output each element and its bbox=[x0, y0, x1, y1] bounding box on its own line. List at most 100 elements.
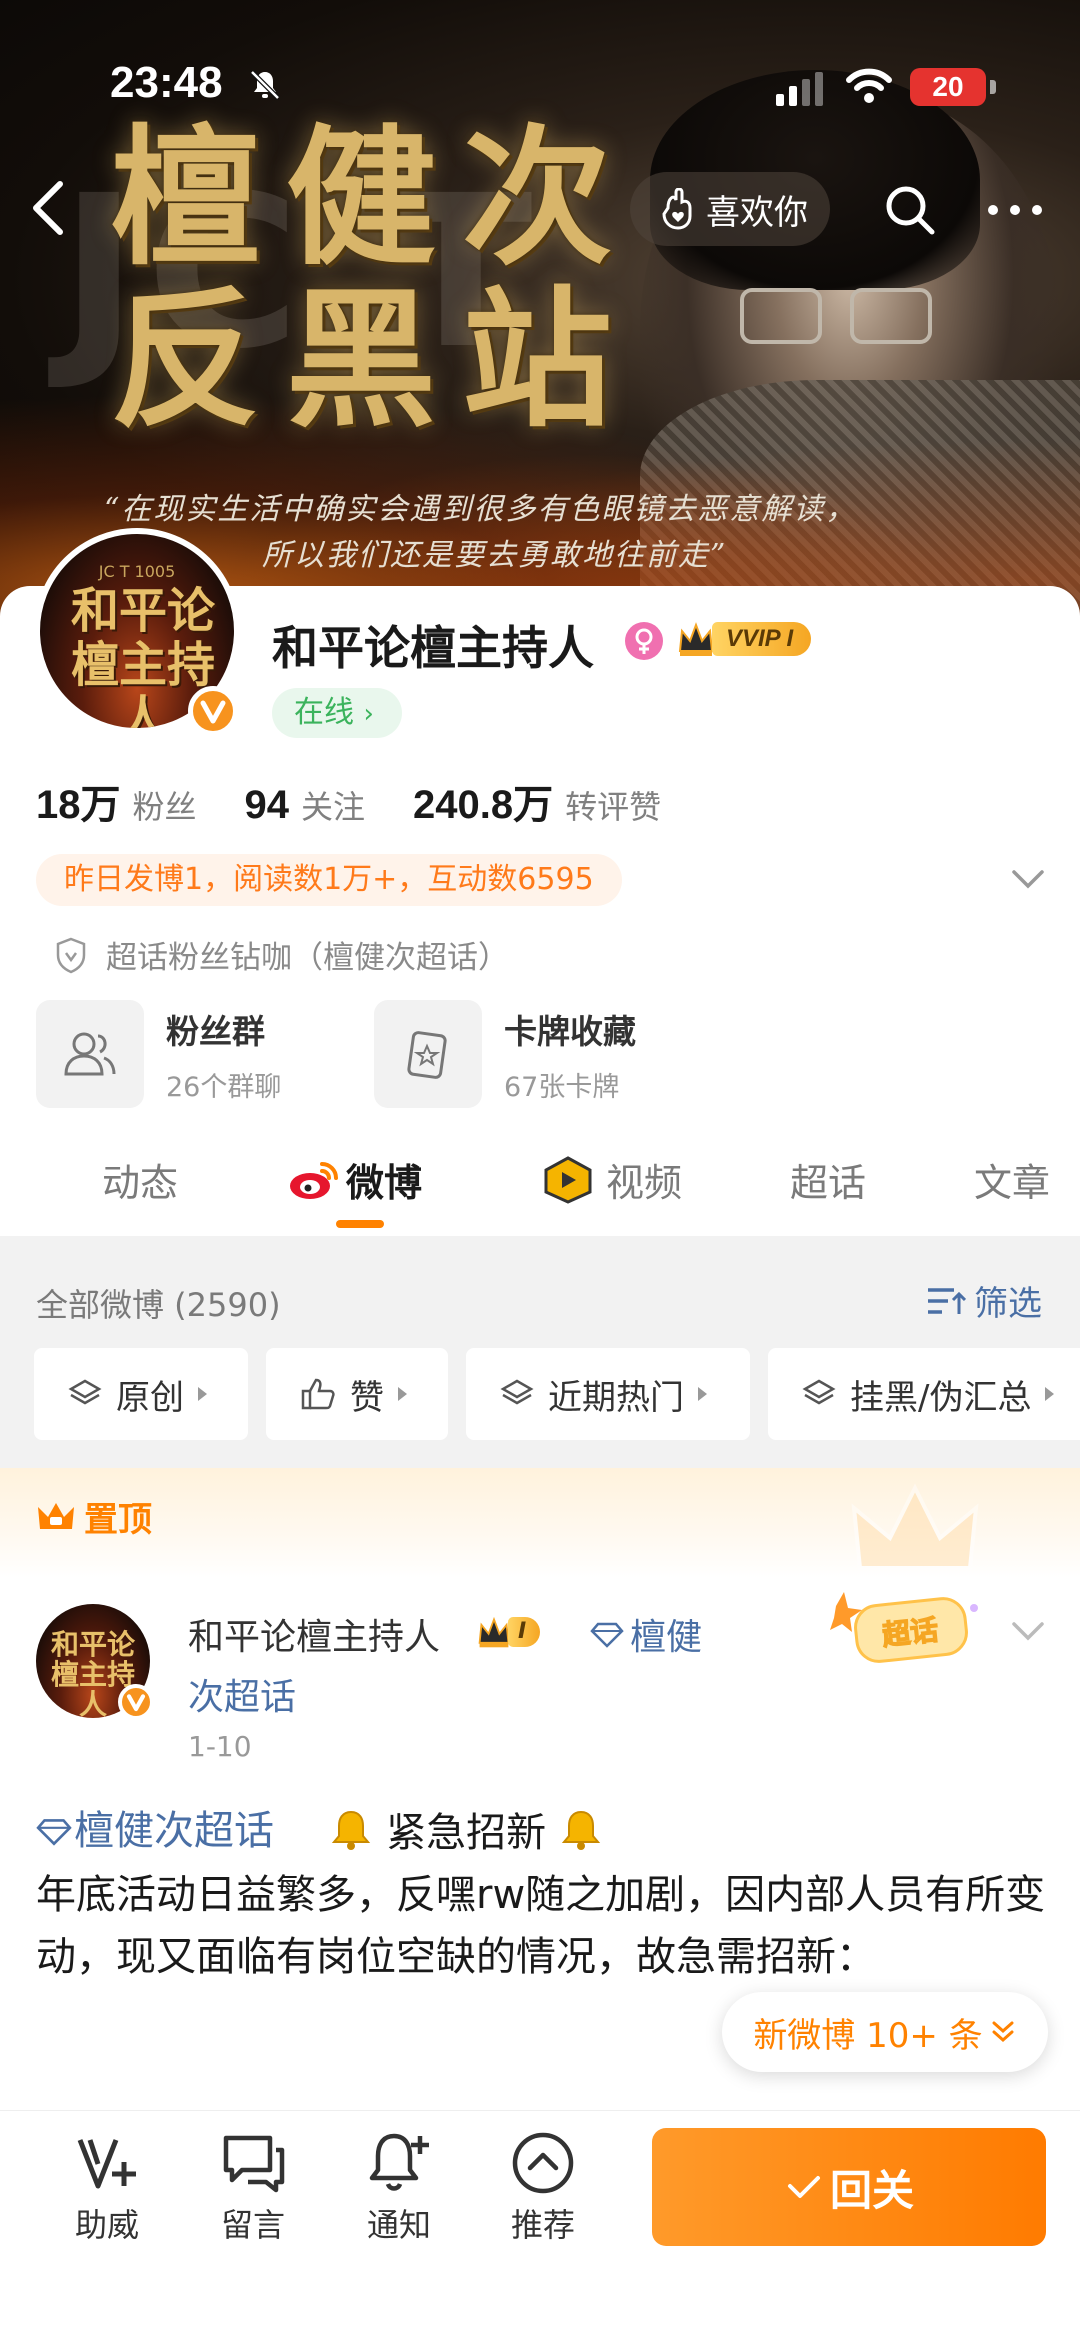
card-collection-icon-box bbox=[374, 1000, 482, 1108]
thumb-up-icon bbox=[301, 1378, 335, 1410]
signal-icon bbox=[776, 72, 823, 106]
diamond-icon bbox=[590, 1622, 624, 1648]
crown-icon bbox=[678, 622, 714, 656]
chevron-down-icon[interactable] bbox=[1010, 866, 1046, 892]
sticker-label: 超话 bbox=[881, 1613, 940, 1652]
tab-articles[interactable]: 文章 bbox=[974, 1152, 1050, 1207]
profile-stats: 18万 粉丝 94 关注 240.8万 转评赞 bbox=[36, 772, 709, 830]
tab-activity-label: 动态 bbox=[102, 1161, 179, 1205]
chip-like-label: 赞 bbox=[350, 1377, 384, 1418]
checkmark-icon bbox=[787, 2176, 820, 2198]
tab-weibo[interactable]: 微博 bbox=[288, 1152, 422, 1207]
following-stat[interactable]: 94 关注 bbox=[245, 782, 366, 828]
pinned-label-row: 置顶 bbox=[36, 1492, 152, 1541]
followers-label: 粉丝 bbox=[132, 788, 197, 826]
female-icon bbox=[625, 622, 663, 660]
chip-recent-hot[interactable]: 近期热门 bbox=[466, 1348, 750, 1440]
active-tab-indicator bbox=[336, 1220, 384, 1228]
interactions-count: 240.8万 bbox=[413, 783, 554, 827]
filter-label: 筛选 bbox=[974, 1284, 1042, 1324]
post-vip-label: I bbox=[508, 1617, 541, 1647]
tab-supertopic[interactable]: 超话 bbox=[790, 1152, 866, 1207]
post-topic-part1: 檀健 bbox=[630, 1617, 703, 1658]
interactions-stat[interactable]: 240.8万 转评赞 bbox=[413, 772, 661, 830]
bell-plus-icon bbox=[369, 2133, 429, 2191]
chip-summary-label: 挂黑/伪汇总 bbox=[850, 1377, 1032, 1418]
post-menu-chevron-icon[interactable] bbox=[1010, 1618, 1046, 1644]
like-you-button[interactable]: 喜欢你 bbox=[630, 172, 830, 246]
tab-supertopic-label: 超话 bbox=[790, 1161, 867, 1205]
filter-icon bbox=[928, 1287, 966, 1314]
avatar-caption: JC T 1005 bbox=[98, 562, 176, 581]
card-collection-sub: 67张卡牌 bbox=[504, 1071, 620, 1103]
chip-like[interactable]: 赞 bbox=[266, 1348, 448, 1440]
new-posts-label: 新微博 10+ 条 bbox=[753, 2015, 983, 2056]
message-button[interactable]: 留言 bbox=[198, 2128, 308, 2246]
post-topic-part2[interactable]: 次超话 bbox=[188, 1668, 296, 1720]
crown-decoration-icon bbox=[851, 1483, 979, 1570]
chip-summary[interactable]: 挂黑/伪汇总 bbox=[768, 1348, 1080, 1440]
video-badge-icon bbox=[544, 1155, 592, 1204]
crown-icon bbox=[478, 1616, 510, 1648]
more-options-icon[interactable] bbox=[985, 196, 1045, 224]
activity-summary[interactable]: 昨日发博1，阅读数1万+，互动数6595 bbox=[36, 854, 622, 906]
notify-button[interactable]: 通知 bbox=[344, 2128, 454, 2246]
follow-back-label: 回关 bbox=[829, 2165, 914, 2215]
recommend-label: 推荐 bbox=[510, 2206, 575, 2244]
profile-tabs: 动态 微博 视频 超话 文章 bbox=[0, 1146, 1080, 1234]
post-vip-badge[interactable]: I bbox=[476, 1612, 541, 1652]
cheer-button[interactable]: 助威 bbox=[52, 2128, 162, 2246]
layers-icon bbox=[802, 1379, 836, 1405]
following-label: 关注 bbox=[301, 788, 366, 826]
search-icon[interactable] bbox=[882, 182, 938, 238]
shield-icon bbox=[56, 937, 86, 973]
chip-original[interactable]: 原创 bbox=[34, 1348, 248, 1440]
layers-icon bbox=[500, 1379, 534, 1405]
double-chevron-down-icon bbox=[992, 2021, 1014, 2043]
online-status[interactable]: 在线 › bbox=[272, 688, 402, 738]
notify-label: 通知 bbox=[366, 2206, 431, 2244]
verified-badge bbox=[188, 686, 238, 736]
layers-icon bbox=[68, 1379, 102, 1405]
bell-icon bbox=[332, 1810, 371, 1850]
followers-stat[interactable]: 18万 粉丝 bbox=[36, 772, 197, 830]
vvip-label: VVIP I bbox=[712, 622, 812, 656]
fan-group-icon-box bbox=[36, 1000, 144, 1108]
group-icon bbox=[64, 1032, 116, 1076]
post-body-topic[interactable]: 檀健次超话 bbox=[36, 1800, 274, 1862]
online-label: 在线 bbox=[294, 695, 354, 730]
supertopic-fan-line[interactable]: 超话粉丝钻咖（檀健次超话） bbox=[54, 932, 509, 977]
card-collection-tile[interactable]: 卡牌收藏 67张卡牌 bbox=[374, 1000, 636, 1108]
fan-group-tile[interactable]: 粉丝群 26个群聊 bbox=[36, 1000, 281, 1108]
supertopic-sticker-icon: 超话 bbox=[830, 1592, 978, 1663]
profile-name: 和平论檀主持人 bbox=[272, 621, 594, 675]
back-arrow-icon[interactable] bbox=[24, 178, 72, 238]
post-supertopic-link[interactable]: 檀健 bbox=[590, 1608, 702, 1660]
bell-icon bbox=[561, 1810, 601, 1850]
post-author-name[interactable]: 和平论檀主持人 bbox=[188, 1608, 440, 1660]
tab-activity[interactable]: 动态 bbox=[102, 1152, 178, 1207]
post-date: 1-10 bbox=[188, 1730, 252, 1763]
new-posts-button[interactable]: 新微博 10+ 条 bbox=[722, 1992, 1048, 2072]
battery-tip bbox=[990, 80, 996, 94]
bell-muted-icon bbox=[250, 70, 280, 100]
supertopic-fan-label: 超话粉丝钻咖（檀健次超话） bbox=[106, 940, 509, 976]
follow-back-button[interactable]: 回关 bbox=[652, 2128, 1046, 2246]
recommend-button[interactable]: 推荐 bbox=[488, 2128, 598, 2246]
chip-original-label: 原创 bbox=[116, 1377, 184, 1418]
vvip-badge[interactable]: VVIP I bbox=[676, 616, 812, 662]
card-star-icon bbox=[407, 1031, 447, 1079]
tab-weibo-label: 微博 bbox=[346, 1161, 423, 1205]
post-text: 年底活动日益繁多，反嘿rw随之加剧，因内部人员有所变动，现又面临有岗位空缺的情况… bbox=[36, 1872, 1046, 1980]
filter-button[interactable]: 筛选 bbox=[926, 1276, 1042, 1325]
banner-glasses-left bbox=[740, 288, 822, 344]
hand-heart-icon bbox=[662, 188, 692, 230]
cheer-v-plus-icon bbox=[77, 2139, 136, 2189]
tab-video-label: 视频 bbox=[606, 1161, 683, 1205]
verified-v-icon bbox=[200, 700, 226, 724]
chip-arrow-icon bbox=[698, 1387, 707, 1401]
pinned-label: 置顶 bbox=[84, 1500, 152, 1540]
chip-recent-hot-label: 近期热门 bbox=[548, 1377, 684, 1418]
fan-group-sub: 26个群聊 bbox=[166, 1071, 282, 1103]
tab-video[interactable]: 视频 bbox=[540, 1152, 682, 1207]
